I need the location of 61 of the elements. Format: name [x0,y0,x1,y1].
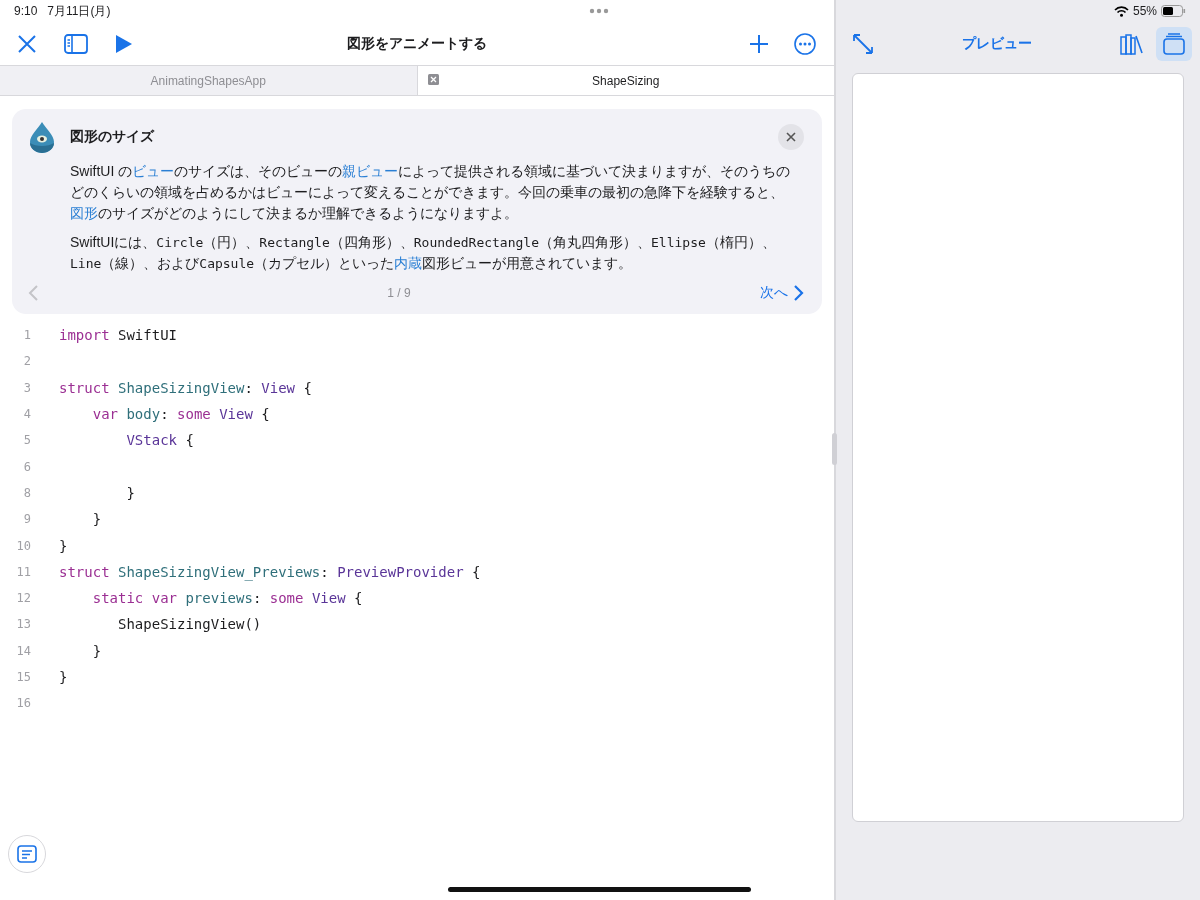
link[interactable]: 内蔵 [394,255,423,271]
code-line: } [91,511,102,528]
expand-icon[interactable] [852,32,874,55]
more-dots-icon [589,8,609,14]
code-line: import SwiftUI [59,327,177,344]
plus-icon[interactable] [749,33,769,54]
split-handle[interactable] [832,433,837,465]
code-line: ShapeSizingView() [117,616,262,633]
line-number: 8 [22,485,31,500]
document-icon[interactable] [17,845,37,863]
status-date: 7月11日(月) [47,2,111,20]
code-line: } [91,642,102,659]
line-number: 2 [22,354,31,369]
toolbar-title: 図形をアニメートする [345,34,488,53]
notes-button[interactable] [8,835,46,873]
code-line: struct ShapeSizingView: View { [59,379,312,396]
line-number: 4 [22,407,31,422]
line-number: 10 [15,538,31,553]
line-number: 12 [15,591,31,606]
code-line: } [59,669,68,685]
line-number: 16 [15,696,31,711]
library-icon[interactable] [1120,32,1144,55]
more-icon[interactable] [794,32,816,55]
code-line: var body: some View { [91,406,270,423]
guide-paragraph: SwiftUIには、Circle（円）、Rectangle（四角形）、RoundedRectangle（角丸四角形）、Ellipse（楕円）、 Line（線）、およびCapsule（カプセル）といった内蔵図形ビューが用意されています。 [70,233,777,273]
guide-title: 図形のサイズ [70,128,156,146]
line-number: 1 [22,328,31,343]
line-number: 11 [15,564,31,579]
code-line: static var previews: some View { [91,590,363,607]
guide-paragraph: SwiftUI のビューのサイズは、そのビューの親ビューによって提供される領域に基づいて決まりますが、そのうちのどのくらいの領域を占めるかはビューによって変えることができます。今回の乗車の最初の急降下を経験すると、 図形のサイズがどのようにして決まるか理解できるようになりますよ。 [70,162,792,223]
preview-panel-button[interactable] [1156,26,1192,61]
link[interactable]: ビュー [132,163,175,179]
mascot-icon [28,121,56,153]
code-line: } [59,537,68,554]
code-line: struct ShapeSizingView_Previews: PreviewProvider { [59,563,481,580]
line-number: 5 [22,433,31,448]
close-icon[interactable] [17,33,37,54]
battery-icon [1161,5,1186,17]
preview-title: プレビュー [961,34,1033,53]
line-number: 13 [15,617,31,632]
line-number: 9 [22,512,31,527]
line-number: 3 [22,380,31,395]
line-number: 14 [15,643,31,658]
next-button[interactable]: 次へ [760,284,804,302]
close-icon[interactable] [427,74,439,85]
status-time: 9:10 [14,4,38,18]
line-number: 6 [22,459,31,474]
battery-percent: 55% [1132,4,1157,18]
link[interactable]: 図形 [70,205,98,221]
code-line: VStack { [125,432,194,449]
code-line: } [125,484,135,501]
play-icon[interactable] [115,33,133,54]
sidebar-icon[interactable] [64,33,88,54]
file-tab[interactable]: AnimatingShapesApp [0,66,417,95]
chevron-right-icon[interactable] [794,285,804,301]
close-button[interactable] [778,124,804,150]
link[interactable]: 親ビュー [342,163,399,179]
close-icon[interactable] [786,132,796,142]
page-indicator: 1 / 9 [386,286,412,300]
line-number: 15 [15,670,31,684]
wifi-icon [1113,5,1129,17]
